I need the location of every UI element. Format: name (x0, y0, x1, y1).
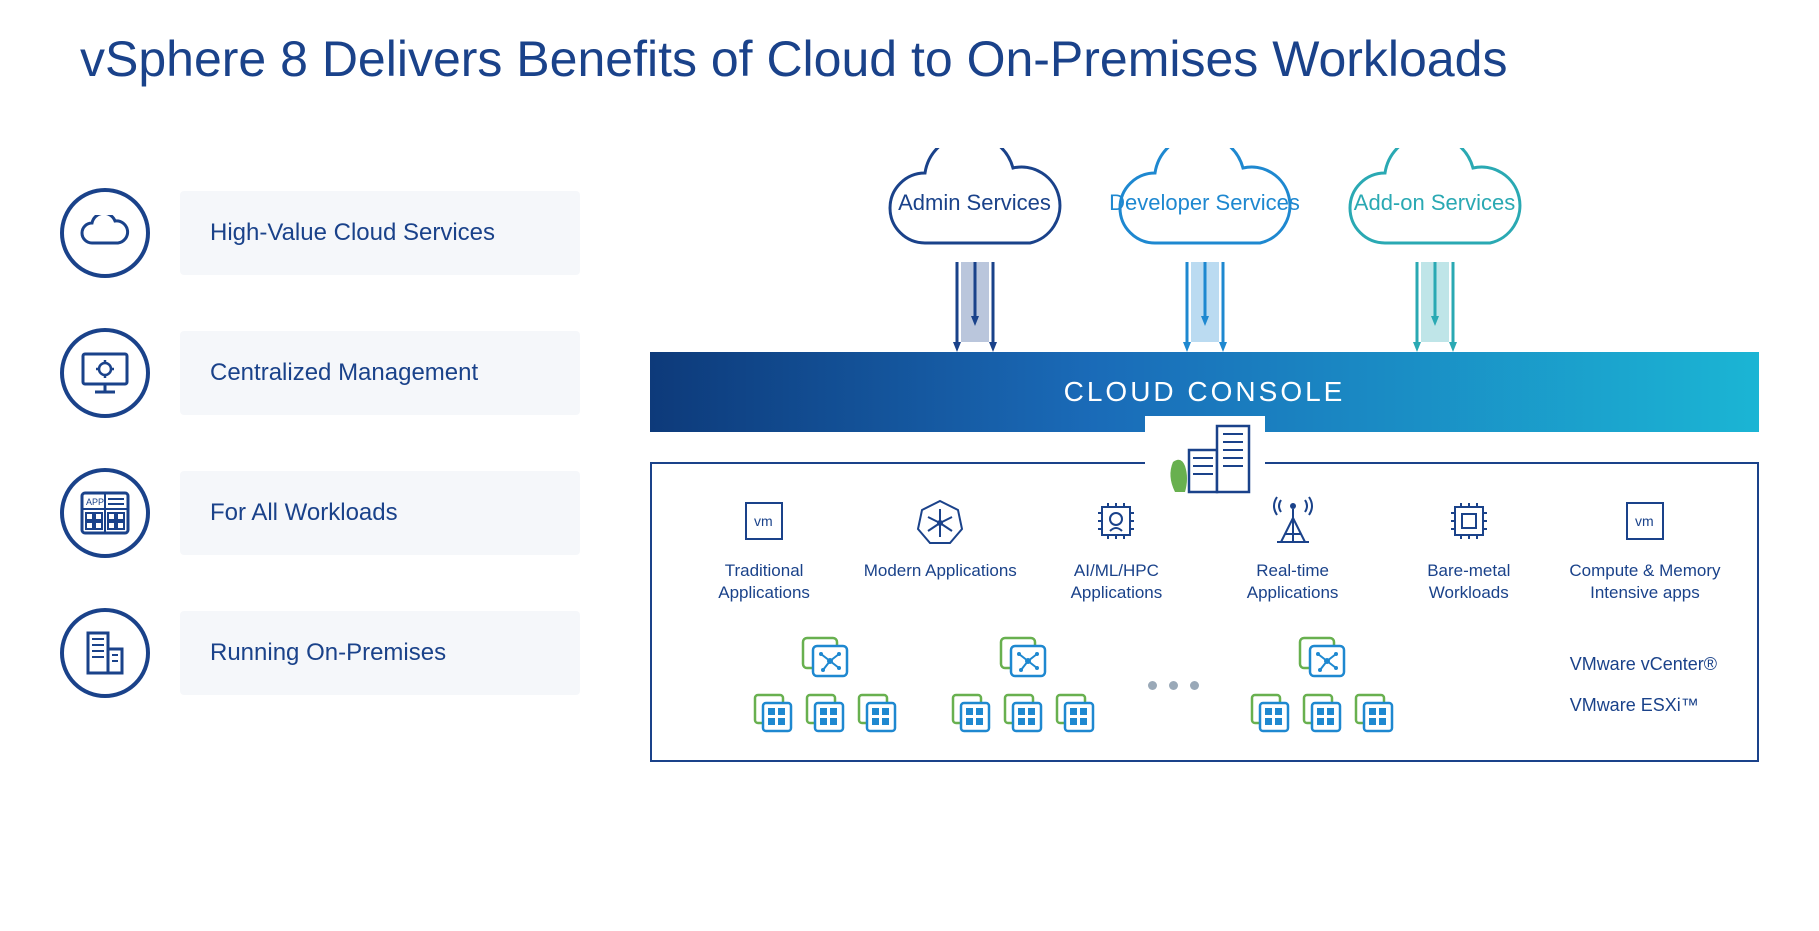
workloads-row: vm Traditional Applications Modern Appli… (682, 494, 1727, 604)
esxi-icon (752, 692, 796, 736)
esxi-icon (1301, 692, 1345, 736)
benefit-row-onprem: Running On-Premises (60, 608, 580, 698)
clusters-row: VMware vCenter® VMware ESXi™ (682, 634, 1727, 736)
workload-label: Compute & Memory Intensive apps (1563, 560, 1727, 604)
datacenter-building-icon (1145, 416, 1265, 496)
clouds-row: Admin Services Developer Services (650, 148, 1759, 362)
vm-box-icon: vm (737, 494, 791, 548)
building-icon (60, 608, 150, 698)
esxi-icon (1249, 692, 1293, 736)
cloud-developer-services: Developer Services (1105, 148, 1305, 362)
vcenter-icon (799, 634, 853, 682)
cloud-addon-services: Add-on Services (1335, 148, 1535, 362)
svg-text:APP: APP (86, 497, 104, 507)
workload-label: Modern Applications (864, 560, 1017, 582)
benefit-label: Centralized Management (180, 331, 580, 415)
flow-arrows-icon (935, 262, 1015, 362)
workload-baremetal: Bare-metal Workloads (1387, 494, 1551, 604)
esxi-icon (1054, 692, 1098, 736)
on-prem-box: vm Traditional Applications Modern Appli… (650, 462, 1759, 762)
label-vcenter: VMware vCenter® (1570, 654, 1717, 675)
esxi-icon (1353, 692, 1397, 736)
vcenter-icon (1296, 634, 1350, 682)
workload-traditional: vm Traditional Applications (682, 494, 846, 604)
workload-label: Real-time Applications (1211, 560, 1375, 604)
cloud-label: Developer Services (1109, 190, 1300, 216)
workload-label: Bare-metal Workloads (1387, 560, 1551, 604)
esxi-icon (856, 692, 900, 736)
benefit-row-workloads: APP For All Workloads (60, 468, 580, 558)
cpu-icon (1442, 494, 1496, 548)
benefit-row-cloud-services: High-Value Cloud Services (60, 188, 580, 278)
workload-modern: Modern Applications (858, 494, 1022, 604)
ai-chip-icon (1089, 494, 1143, 548)
ellipsis-icon (1148, 681, 1199, 690)
architecture-column: Admin Services Developer Services (650, 148, 1759, 762)
esxi-icon (1002, 692, 1046, 736)
cloud-admin-services: Admin Services (875, 148, 1075, 362)
workload-realtime: Real-time Applications (1211, 494, 1375, 604)
kubernetes-icon (913, 494, 967, 548)
cluster-icon (752, 634, 900, 736)
benefit-label: Running On-Premises (180, 611, 580, 695)
cloud-label: Admin Services (898, 190, 1051, 216)
vcenter-icon (997, 634, 1051, 682)
workload-compute: vm Compute & Memory Intensive apps (1563, 494, 1727, 604)
cloud-icon (60, 188, 150, 278)
esxi-icon (950, 692, 994, 736)
svg-text:vm: vm (754, 513, 773, 529)
svg-text:vm: vm (1635, 513, 1654, 529)
workload-ai: AI/ML/HPC Applications (1034, 494, 1198, 604)
product-labels: VMware vCenter® VMware ESXi™ (1570, 654, 1727, 716)
esxi-icon (804, 692, 848, 736)
app-grid-icon: APP (60, 468, 150, 558)
benefit-row-management: Centralized Management (60, 328, 580, 418)
workload-label: AI/ML/HPC Applications (1034, 560, 1198, 604)
flow-arrows-icon (1395, 262, 1475, 362)
flow-arrows-icon (1165, 262, 1245, 362)
label-esxi: VMware ESXi™ (1570, 695, 1717, 716)
page-title: vSphere 8 Delivers Benefits of Cloud to … (60, 30, 1759, 88)
benefit-label: High-Value Cloud Services (180, 191, 580, 275)
vm-box-icon: vm (1618, 494, 1672, 548)
cloud-label: Add-on Services (1354, 190, 1515, 216)
antenna-icon (1266, 494, 1320, 548)
cluster-icon (950, 634, 1098, 736)
benefits-column: High-Value Cloud Services Centralized Ma… (60, 148, 580, 762)
cluster-icon (1249, 634, 1397, 736)
content-wrap: High-Value Cloud Services Centralized Ma… (60, 148, 1759, 762)
benefit-label: For All Workloads (180, 471, 580, 555)
monitor-gear-icon (60, 328, 150, 418)
workload-label: Traditional Applications (682, 560, 846, 604)
